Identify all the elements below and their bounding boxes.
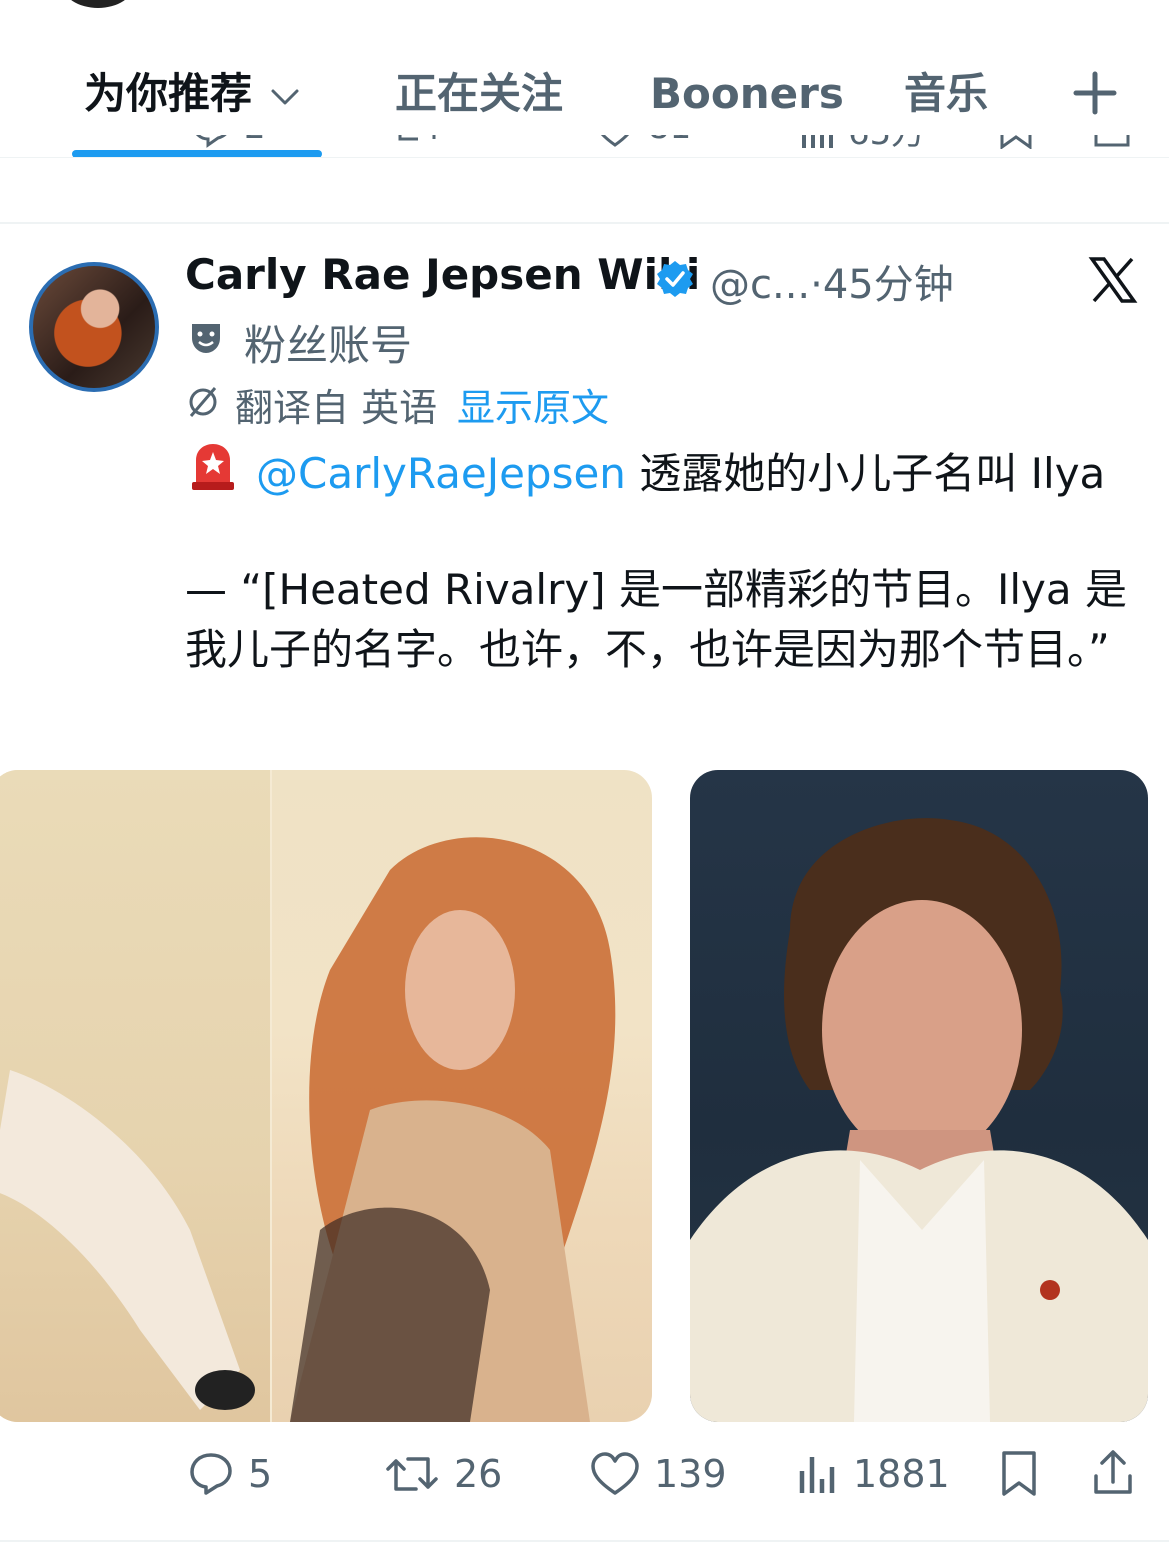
prev-share-button[interactable] xyxy=(1090,135,1134,149)
tweet-first-line: @CarlyRaeJepsen 透露她的小儿子名叫 Ilya xyxy=(256,440,1105,501)
views-icon xyxy=(802,135,833,148)
translate-icon xyxy=(189,387,217,417)
share-icon xyxy=(1094,135,1130,147)
siren-icon xyxy=(192,444,234,490)
like-button[interactable]: 139 xyxy=(590,1450,727,1498)
tab-for-you[interactable]: 为你推荐 xyxy=(84,62,300,132)
like-icon xyxy=(591,1452,639,1495)
account-label: 粉丝账号 xyxy=(244,321,413,370)
views-button[interactable]: 1881 xyxy=(797,1450,950,1498)
post-separator-bottom xyxy=(0,1540,1169,1542)
previous-post-actions: 2 81 65万 xyxy=(0,135,1169,180)
plus-icon[interactable] xyxy=(1068,66,1122,120)
views-icon xyxy=(799,1457,835,1493)
bookmark-icon[interactable] xyxy=(998,1450,1040,1498)
repost-count: 26 xyxy=(454,1452,503,1496)
repost-icon xyxy=(386,1457,438,1491)
tab-following[interactable]: 正在关注 xyxy=(395,62,563,132)
tweet-quote: — “[Heated Rivalry] 是一部精彩的节目。Ilya 是我儿子的名… xyxy=(185,565,1127,674)
prev-reply-button[interactable]: 2 xyxy=(190,135,266,149)
reply-count: 5 xyxy=(248,1452,273,1496)
repost-button[interactable]: 26 xyxy=(384,1450,502,1498)
reply-icon xyxy=(190,1453,232,1495)
handle[interactable]: @c... xyxy=(710,262,810,308)
share-icon[interactable] xyxy=(1090,1448,1136,1496)
like-count: 139 xyxy=(654,1452,727,1496)
post-separator xyxy=(0,222,1169,224)
chevron-down-icon xyxy=(271,89,299,104)
prev-like-button[interactable]: 81 xyxy=(592,135,691,149)
media-image-right[interactable] xyxy=(690,770,1148,1422)
translated-from: 翻译自 英语 xyxy=(235,386,438,430)
prev-views-button[interactable]: 65万 xyxy=(798,135,925,154)
verified-icon xyxy=(657,261,693,297)
reply-icon xyxy=(196,135,227,148)
display-name[interactable]: Carly Rae Jepsen Wiki xyxy=(185,250,700,299)
tweet-headline: 透露她的小儿子名叫 Ilya xyxy=(639,449,1106,498)
prev-repost-button[interactable] xyxy=(392,135,442,149)
tab-music[interactable]: 音乐 xyxy=(904,62,988,132)
media-image-left[interactable] xyxy=(0,770,652,1422)
prev-bookmark-button[interactable] xyxy=(996,135,1036,149)
mention-link[interactable]: @CarlyRaeJepsen xyxy=(256,449,626,498)
show-original-link[interactable]: 显示原文 xyxy=(457,377,609,432)
timestamp[interactable]: ·45分钟 xyxy=(810,262,954,308)
handle-time: @c...·45分钟 xyxy=(710,252,954,310)
repost-icon xyxy=(398,135,436,141)
profile-avatar-peek[interactable] xyxy=(62,0,134,8)
tab-booners[interactable]: Booners xyxy=(650,62,844,132)
reply-button[interactable]: 5 xyxy=(188,1450,272,1498)
tab-label: 为你推荐 xyxy=(84,69,253,118)
avatar[interactable] xyxy=(29,262,159,392)
view-count: 1881 xyxy=(853,1452,950,1496)
bookmark-icon xyxy=(1000,135,1032,149)
theater-mask-icon xyxy=(192,324,220,353)
x-logo-icon[interactable] xyxy=(1088,255,1138,305)
like-icon xyxy=(600,135,630,147)
